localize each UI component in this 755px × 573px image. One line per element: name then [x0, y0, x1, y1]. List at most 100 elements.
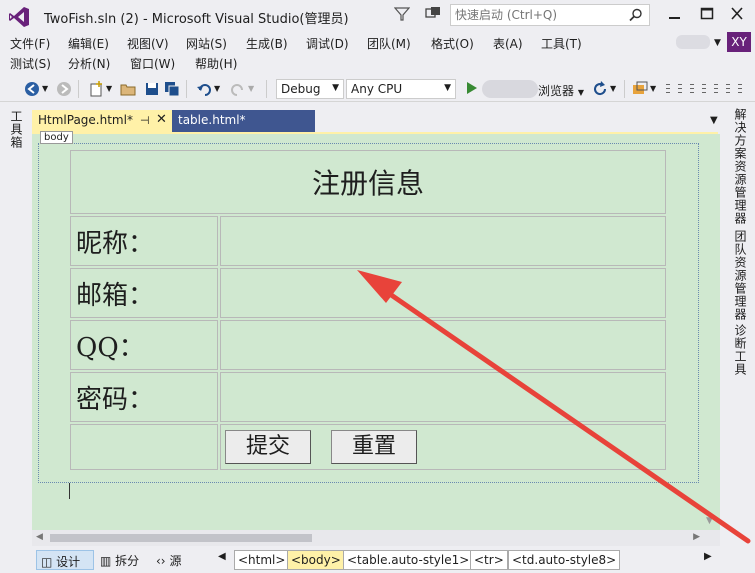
forward-icon[interactable]: [56, 81, 72, 97]
menu-view[interactable]: 视图(V): [127, 35, 169, 52]
solution-config-dropdown[interactable]: Debug ▼: [276, 79, 344, 99]
right-tool-strip: 解决方案资源管理器 团队资源管理器 诊断工具: [726, 104, 755, 544]
maximize-button[interactable]: [695, 4, 719, 24]
close-window-button[interactable]: [725, 4, 749, 24]
registration-table[interactable]: 注册信息 昵称： 邮箱： QQ： 密码： 提交 重置: [68, 148, 668, 472]
tab-label: HtmlPage.html*: [38, 113, 133, 127]
email-label[interactable]: 邮箱：: [70, 268, 218, 318]
menu-debug[interactable]: 调试(D): [306, 35, 349, 52]
chevron-down-icon: ▼: [444, 83, 451, 93]
filter-icon[interactable]: [394, 6, 410, 22]
scroll-right-icon[interactable]: ▶: [693, 532, 700, 542]
browser-label[interactable]: 浏览器 ▼: [538, 82, 584, 99]
menu-bar-row2: 测试(S) 分析(N) 窗口(W) 帮助(H): [0, 52, 755, 72]
horizontal-scrollbar[interactable]: ◀ ▶: [32, 530, 720, 546]
solution-platform-dropdown[interactable]: Any CPU ▼: [346, 79, 456, 99]
submit-button[interactable]: 提交: [225, 430, 311, 464]
menu-file[interactable]: 文件(F): [10, 35, 50, 52]
left-tool-strip: 工具箱: [0, 104, 30, 544]
breadcrumb-table[interactable]: <table.auto-style1>: [343, 550, 474, 570]
breadcrumb-prev-icon[interactable]: ◀: [218, 551, 226, 562]
chevron-down-icon: ▼: [577, 88, 584, 97]
new-project-icon[interactable]: [88, 81, 104, 97]
toolbar-separator: [186, 80, 187, 98]
scroll-down-icon[interactable]: ▼: [706, 516, 713, 526]
document-tab-strip: HtmlPage.html* ⊣ ✕ table.html*: [30, 110, 726, 132]
breadcrumb-tr[interactable]: <tr>: [470, 550, 508, 570]
qq-cell[interactable]: [220, 320, 666, 370]
scrollbar-thumb[interactable]: [50, 534, 312, 542]
design-view-button[interactable]: ◫ 设计: [36, 550, 94, 570]
search-icon[interactable]: [629, 8, 643, 22]
tab-table[interactable]: table.html*: [172, 110, 315, 132]
start-debugging-icon[interactable]: [466, 81, 478, 95]
menu-tools[interactable]: 工具(T): [541, 35, 582, 52]
menu-analyze[interactable]: 分析(N): [68, 55, 110, 72]
menu-edit[interactable]: 编辑(E): [68, 35, 109, 52]
chevron-down-icon[interactable]: ▼: [248, 84, 264, 100]
browser-target-name[interactable]: [482, 80, 538, 98]
browser-label-text: 浏览器: [538, 84, 575, 98]
minimize-button[interactable]: [663, 4, 687, 24]
tab-overflow-icon[interactable]: ▼: [710, 115, 718, 126]
standard-toolbar: ▼ ▼ ▼ ▼ Debug ▼ Any CPU ▼ ▼ ▼: [0, 76, 755, 102]
split-view-button[interactable]: ▥ 拆分: [96, 550, 143, 570]
avatar[interactable]: XY: [727, 32, 751, 52]
save-all-icon[interactable]: [164, 81, 180, 97]
email-cell[interactable]: [220, 268, 666, 318]
refresh-icon[interactable]: [592, 81, 608, 97]
nickname-label[interactable]: 昵称：: [70, 216, 218, 266]
source-view-button[interactable]: ‹› 源: [152, 550, 185, 570]
team-explorer-tab[interactable]: 团队资源管理器: [732, 230, 749, 321]
split-icon: ▥: [100, 554, 112, 568]
quick-launch-box[interactable]: [450, 4, 650, 26]
table-row: 邮箱：: [70, 268, 666, 318]
back-icon[interactable]: [24, 81, 40, 97]
scroll-left-icon[interactable]: ◀: [36, 532, 43, 542]
menu-window[interactable]: 窗口(W): [130, 55, 175, 72]
toolbox-tab[interactable]: 工具箱: [8, 110, 25, 149]
chevron-down-icon: ▼: [332, 83, 339, 93]
nickname-cell[interactable]: [220, 216, 666, 266]
password-label[interactable]: 密码：: [70, 372, 218, 422]
table-row: QQ：: [70, 320, 666, 370]
html-design-surface[interactable]: body 注册信息 昵称： 邮箱： QQ： 密码： 提交 重置: [32, 131, 720, 530]
solution-explorer-tab[interactable]: 解决方案资源管理器: [732, 108, 749, 225]
button-cell[interactable]: 提交 重置: [220, 424, 666, 470]
redo-icon[interactable]: [230, 81, 246, 97]
table-row: 昵称：: [70, 216, 666, 266]
menu-help[interactable]: 帮助(H): [195, 55, 237, 72]
save-icon[interactable]: [144, 81, 160, 97]
reset-button[interactable]: 重置: [331, 430, 417, 464]
toolbar-overflow-icons[interactable]: [664, 81, 754, 97]
chevron-down-icon[interactable]: ▼: [214, 84, 230, 100]
menu-table[interactable]: 表(A): [493, 35, 523, 52]
pin-icon[interactable]: ⊣: [140, 114, 150, 127]
empty-cell[interactable]: [70, 424, 218, 470]
menu-website[interactable]: 网站(S): [186, 35, 227, 52]
menu-build[interactable]: 生成(B): [246, 35, 288, 52]
undo-icon[interactable]: [196, 81, 212, 97]
browser-link-icon[interactable]: [632, 81, 648, 97]
design-view-label: 设计: [56, 555, 81, 569]
breadcrumb-td[interactable]: <td.auto-style8>: [508, 550, 621, 570]
feedback-icon[interactable]: [424, 6, 442, 22]
breadcrumb-next-icon[interactable]: ▶: [704, 551, 712, 562]
quick-launch-input[interactable]: [451, 5, 621, 25]
visual-studio-logo-icon: [9, 7, 29, 27]
menu-test[interactable]: 测试(S): [10, 55, 51, 72]
chevron-down-icon[interactable]: ▼: [714, 38, 721, 48]
breadcrumb-body[interactable]: <body>: [287, 550, 345, 570]
table-row: 提交 重置: [70, 424, 666, 470]
close-icon[interactable]: ✕: [156, 112, 167, 127]
diagnostic-tools-tab[interactable]: 诊断工具: [732, 324, 749, 376]
menu-format[interactable]: 格式(O): [431, 35, 474, 52]
breadcrumb-html[interactable]: <html>: [234, 550, 290, 570]
qq-label[interactable]: QQ：: [70, 320, 218, 370]
tab-htmlpage[interactable]: HtmlPage.html* ⊣ ✕: [32, 110, 172, 132]
form-title[interactable]: 注册信息: [70, 150, 666, 214]
password-cell[interactable]: [220, 372, 666, 422]
menu-team[interactable]: 团队(M): [367, 35, 411, 52]
account-name[interactable]: [676, 35, 710, 49]
open-file-icon[interactable]: [120, 81, 136, 97]
